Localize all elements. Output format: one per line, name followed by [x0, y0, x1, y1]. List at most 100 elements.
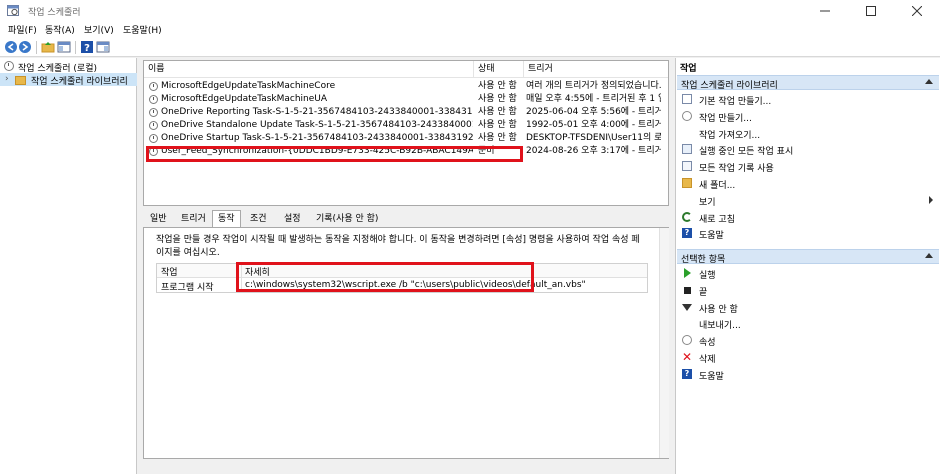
action-item[interactable]: ? 도움말 [677, 225, 939, 241]
task-row[interactable]: OneDrive Standalone Update Task-S-1-5-21… [144, 119, 668, 132]
action-item-label: 사용 안 함 [699, 304, 738, 315]
new-folder-icon [682, 178, 692, 188]
refresh-icon [682, 211, 692, 222]
highlight-box-action [236, 262, 534, 292]
task-row[interactable]: OneDrive Reporting Task-S-1-5-21-3567484… [144, 106, 668, 119]
up-folder-icon[interactable] [41, 40, 55, 54]
action-item[interactable]: 속성 [677, 332, 939, 348]
task-row[interactable]: MicrosoftEdgeUpdateTaskMachineCore 사용 안 함… [144, 80, 668, 93]
help-icon: ? [682, 228, 692, 239]
action-item[interactable]: ? 도움말 [677, 366, 939, 382]
action-item-label: 작업 만들기... [699, 113, 752, 124]
tab-strip: 일반 트리거 동작 조건 설정 기록(사용 안 함) [143, 210, 669, 228]
task-status: 사용 안 함 [478, 133, 517, 143]
tree-item-library[interactable]: › 작업 스케줄러 라이브러리 [0, 73, 137, 87]
action-item[interactable]: 모든 작업 기록 사용 [677, 158, 939, 174]
section-selected-header[interactable]: 선택한 항목 [677, 249, 939, 265]
task-clock-icon [149, 134, 158, 143]
action-item[interactable]: 새 폴더... [677, 175, 939, 191]
create-task-icon [682, 110, 692, 121]
tab-triggers[interactable]: 트리거 [176, 211, 211, 227]
task-trigger: DESKTOP-TFSDENI\User11의 로그온 시 [526, 133, 661, 143]
action-item[interactable]: ✕ 삭제 [677, 349, 939, 365]
window-title: 작업 스케줄러 [28, 8, 81, 18]
collapse-arrow-icon[interactable] [925, 253, 933, 258]
menu-file[interactable]: 파일(F) [8, 23, 37, 36]
close-button[interactable] [894, 0, 940, 21]
tab-general[interactable]: 일반 [145, 211, 172, 227]
actions-tab-panel: 작업을 만들 경우 작업이 시작될 때 발생하는 동작을 지정해야 합니다. 이… [143, 227, 669, 459]
tree-item-root[interactable]: 작업 스케줄러 (로컬) [0, 60, 137, 74]
task-row[interactable]: OneDrive Startup Task-S-1-5-21-356748410… [144, 132, 668, 145]
toolbar-separator [75, 41, 76, 54]
tab-settings[interactable]: 설정 [279, 211, 306, 227]
task-clock-icon [149, 108, 158, 117]
action-item[interactable]: 끝 [677, 282, 939, 298]
action-item[interactable]: 사용 안 함 [677, 299, 939, 315]
action-item[interactable]: 실행 [677, 265, 939, 281]
maximize-button[interactable] [848, 0, 894, 21]
svg-text:?: ? [84, 43, 90, 54]
back-icon[interactable] [4, 40, 18, 54]
action-item[interactable]: 실행 중인 모든 작업 표시 [677, 141, 939, 157]
task-name: OneDrive Startup Task-S-1-5-21-356748410… [161, 133, 473, 143]
actions-pane: 작업 작업 스케줄러 라이브러리 기본 작업 만들기... 작업 만들기... 작업… [675, 58, 940, 474]
submenu-arrow-icon [929, 195, 933, 204]
action-item[interactable]: 작업 가져오기... [677, 125, 939, 141]
column-header-trigger[interactable]: 트리거 [524, 61, 668, 78]
tree-item-label: 작업 스케줄러 라이브러리 [31, 77, 128, 87]
folder-icon [15, 76, 26, 85]
running-tasks-icon [682, 144, 692, 155]
help-icon: ? [682, 368, 692, 379]
action-item-label: 도움말 [699, 231, 724, 242]
task-status: 사용 안 함 [478, 120, 517, 130]
action-item-label: 내보내기... [699, 321, 741, 332]
task-trigger: 2025-06-04 오후 5:56에 - 트리거된 후 1 [526, 107, 661, 117]
detail-scrollbar[interactable] [659, 228, 669, 458]
menu-view[interactable]: 보기(V) [84, 23, 114, 36]
task-name: OneDrive Reporting Task-S-1-5-21-3567484… [161, 107, 473, 117]
forward-icon[interactable] [18, 40, 32, 54]
tab-conditions[interactable]: 조건 [245, 211, 272, 227]
tab-actions[interactable]: 동작 [212, 210, 241, 228]
collapse-arrow-icon[interactable] [925, 79, 933, 84]
task-name: MicrosoftEdgeUpdateTaskMachineUA [161, 94, 328, 104]
task-list: 이름 상태 트리거 MicrosoftEdgeUpdateTaskMachine… [143, 60, 669, 206]
tab-history[interactable]: 기록(사용 안 함) [311, 211, 383, 227]
highlight-box-task [146, 146, 523, 162]
action-item[interactable]: 작업 만들기... [677, 108, 939, 124]
task-clock-icon [149, 121, 158, 130]
bottom-scrollbar[interactable] [143, 459, 669, 474]
action-item[interactable]: 기본 작업 만들기... [677, 91, 939, 107]
action-item[interactable]: 새로 고침 [677, 209, 939, 225]
grid-cell-action-type[interactable]: 프로그램 시작 [161, 280, 214, 293]
action-item-label: 기본 작업 만들기... [699, 97, 772, 107]
action-item-label: 새로 고침 [699, 214, 735, 225]
help-icon[interactable]: ? [80, 40, 94, 54]
task-trigger: 2024-08-26 오후 3:17에 - 트리거된 후 1 [526, 146, 661, 156]
section-library-header[interactable]: 작업 스케줄러 라이브러리 [677, 75, 939, 91]
column-header-status[interactable]: 상태 [474, 61, 524, 78]
action-item-label: 실행 중인 모든 작업 표시 [699, 147, 794, 158]
expand-chevron-icon[interactable]: › [5, 74, 9, 84]
task-clock-icon [149, 82, 158, 91]
action-item-label: 속성 [699, 338, 716, 349]
actions-pane-title: 작업 [680, 64, 697, 74]
menu-bar: 파일(F) 동작(A) 보기(V) 도움말(H) [0, 21, 940, 38]
menu-action[interactable]: 동작(A) [45, 23, 75, 36]
action-item[interactable]: 보기 [677, 192, 939, 208]
task-row[interactable]: MicrosoftEdgeUpdateTaskMachineUA 사용 안 함 매일… [144, 93, 668, 106]
show-hide-action-pane-icon[interactable] [96, 40, 110, 54]
properties-icon [682, 335, 692, 346]
toolbar: ? [0, 38, 940, 57]
grid-header-action: 작업 [161, 268, 178, 278]
action-item[interactable]: 내보내기... [677, 315, 939, 331]
show-hide-tree-icon[interactable] [57, 40, 71, 54]
section-label: 선택한 항목 [681, 255, 726, 265]
disable-icon [682, 303, 692, 311]
menu-help[interactable]: 도움말(H) [123, 23, 162, 36]
column-header-name[interactable]: 이름 [144, 61, 474, 78]
minimize-button[interactable] [802, 0, 848, 21]
task-scheduler-app-icon [7, 5, 19, 16]
console-tree: 작업 스케줄러 (로컬) › 작업 스케줄러 라이브러리 [0, 58, 137, 474]
